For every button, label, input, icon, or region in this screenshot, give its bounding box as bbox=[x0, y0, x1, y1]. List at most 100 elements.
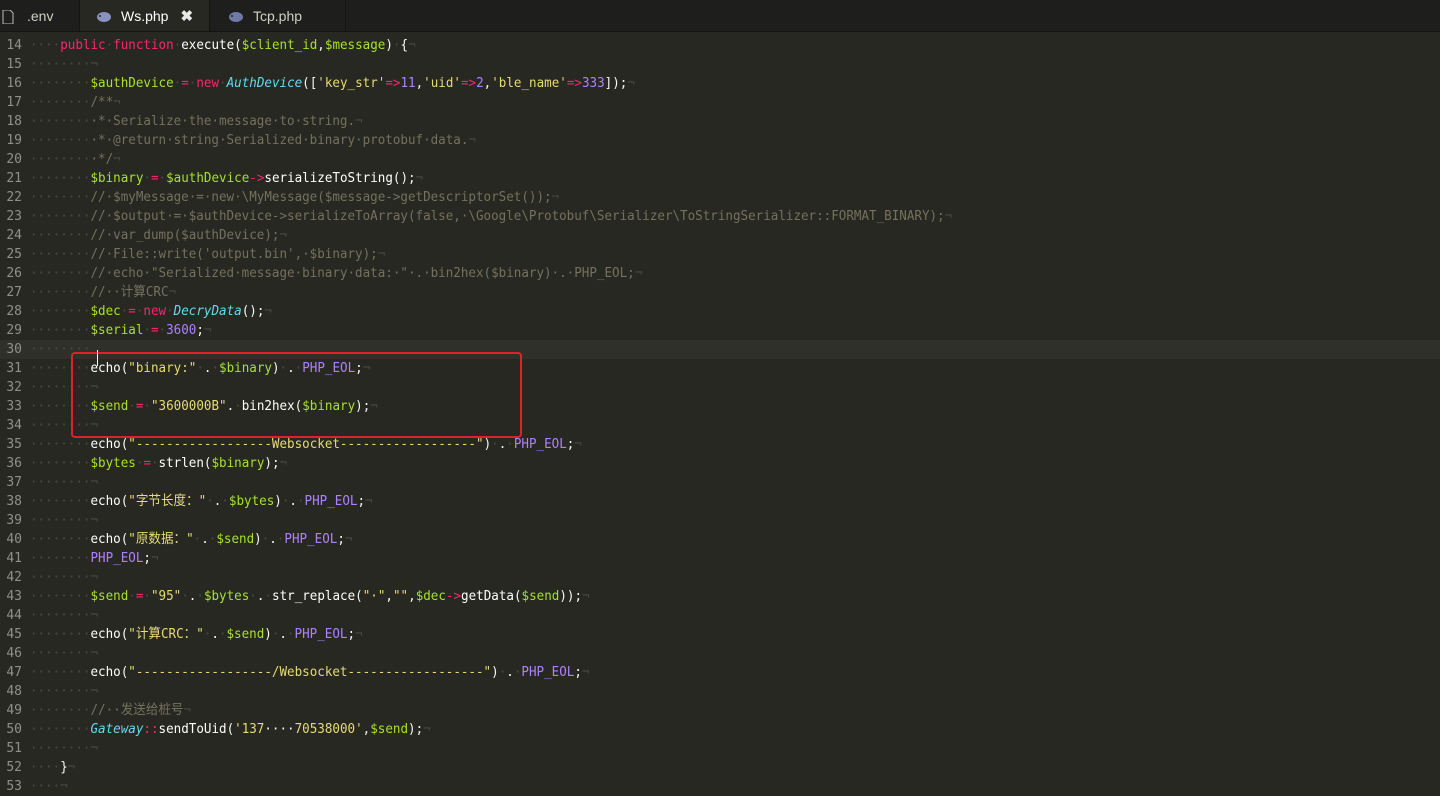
code-line[interactable]: 21 ········$binary·=·$authDevice->seriali… bbox=[0, 169, 1440, 188]
token-cmt: /** bbox=[90, 94, 114, 110]
token-ws: ········¬ bbox=[30, 645, 99, 661]
token-str: "------------------Websocket------------… bbox=[128, 436, 484, 452]
code-text: ········¬ bbox=[30, 55, 1440, 74]
code-line[interactable]: 14 ····public·function·execute($client_id… bbox=[0, 36, 1440, 55]
code-text: ········echo("------------------Websocke… bbox=[30, 435, 1440, 454]
code-line[interactable]: 35 ········echo("------------------Websoc… bbox=[0, 435, 1440, 454]
code-line[interactable]: 51 ········¬ bbox=[0, 739, 1440, 758]
code-line[interactable]: 41 ········PHP_EOL;¬ bbox=[0, 549, 1440, 568]
code-text: ····}¬ bbox=[30, 758, 1440, 777]
line-number: 19 bbox=[6, 133, 22, 148]
line-number: 51 bbox=[6, 741, 22, 756]
code-line[interactable]: 43 ········$send·=·"95"·.·$bytes·.·str_re… bbox=[0, 587, 1440, 606]
token-var: $binary bbox=[211, 455, 265, 471]
code-line[interactable]: 31 ········echo("binary:"·.·$binary)·.·PH… bbox=[0, 359, 1440, 378]
code-text: ········¬ bbox=[30, 416, 1440, 435]
token-eol: ¬ bbox=[67, 759, 76, 775]
code-line[interactable]: 44 ········¬ bbox=[0, 606, 1440, 625]
token-eol: ¬ bbox=[365, 493, 373, 509]
token-pun: , bbox=[483, 75, 492, 91]
token-pun: } bbox=[60, 759, 68, 775]
line-number: 50 bbox=[6, 722, 22, 737]
code-line[interactable]: 22 ········//·$myMessage·=·new·\MyMessage… bbox=[0, 188, 1440, 207]
code-text: ········¬ bbox=[30, 682, 1440, 701]
code-line[interactable]: 46 ········¬ bbox=[0, 644, 1440, 663]
code-text: ········//··发送给桩号¬ bbox=[30, 701, 1440, 720]
code-text: ········//·$myMessage·=·new·\MyMessage($… bbox=[30, 188, 1440, 207]
code-line[interactable]: 23 ········//·$output·=·$authDevice->seri… bbox=[0, 207, 1440, 226]
code-line[interactable]: 37 ········¬ bbox=[0, 473, 1440, 492]
code-text: ········//··计算CRC¬ bbox=[30, 283, 1440, 302]
code-line[interactable]: 36 ········$bytes·=·strlen($binary);¬ bbox=[0, 454, 1440, 473]
token-eol: ¬ bbox=[355, 626, 363, 642]
tab-ws-php[interactable]: Ws.php ✖ bbox=[80, 0, 210, 31]
token-pun: ( bbox=[513, 588, 522, 604]
token-var: $send bbox=[226, 626, 265, 642]
code-line[interactable]: 19 ·········*·@return·string·Serialized·b… bbox=[0, 131, 1440, 150]
token-const: PHP_EOL bbox=[521, 664, 575, 680]
token-pun: ); bbox=[408, 721, 424, 737]
token-ws: ········ bbox=[30, 455, 91, 471]
code-line[interactable]: 38 ········echo("字节长度："·.·$bytes)·.·PHP_E… bbox=[0, 492, 1440, 511]
token-pun: . bbox=[226, 398, 235, 414]
code-line[interactable]: 24 ········//·var_dump($authDevice);¬ bbox=[0, 226, 1440, 245]
code-line[interactable]: 27 ········//··计算CRC¬ bbox=[0, 283, 1440, 302]
token-pun: ) bbox=[491, 664, 499, 680]
token-ws: · bbox=[143, 170, 151, 186]
token-num: 2 bbox=[476, 75, 484, 91]
token-eol: ¬ bbox=[627, 75, 635, 91]
code-line[interactable]: 48 ········¬ bbox=[0, 682, 1440, 701]
token-ws: · bbox=[181, 588, 189, 604]
code-line[interactable]: 28 ········$dec·=·new·DecryData();¬ bbox=[0, 302, 1440, 321]
token-ws: ···· bbox=[30, 759, 61, 775]
token-cmt: ·*·Serialize·the·message·to·string. bbox=[90, 113, 356, 129]
code-line[interactable]: 25 ········//·File::write('output.bin',·$… bbox=[0, 245, 1440, 264]
code-line[interactable]: 16 ········$authDevice·=·new·AuthDevice([… bbox=[0, 74, 1440, 93]
token-fn: echo bbox=[90, 531, 121, 547]
code-line[interactable]: 20 ·········*/¬ bbox=[0, 150, 1440, 169]
token-ws: · bbox=[120, 303, 129, 319]
code-line[interactable]: 34 ········¬ bbox=[0, 416, 1440, 435]
code-line[interactable]: 47 ········echo("------------------/Webso… bbox=[0, 663, 1440, 682]
code-line[interactable]: 50 ········Gateway::sendToUid('137····705… bbox=[0, 720, 1440, 739]
line-number: 35 bbox=[6, 437, 22, 452]
line-number: 18 bbox=[6, 114, 22, 129]
code-line[interactable]: 40 ········echo("原数据："·.·$send)·.·PHP_EOL… bbox=[0, 530, 1440, 549]
token-pun: . bbox=[256, 588, 265, 604]
line-number: 24 bbox=[6, 228, 22, 243]
code-line[interactable]: 52 ····}¬ bbox=[0, 758, 1440, 777]
code-text: ········echo("原数据："·.·$send)·.·PHP_EOL;¬ bbox=[30, 530, 1440, 549]
code-line[interactable]: 18 ·········*·Serialize·the·message·to·st… bbox=[0, 112, 1440, 131]
token-ws: · bbox=[203, 626, 212, 642]
token-ws: ········ bbox=[30, 303, 91, 319]
code-line[interactable]: 53 ····¬ bbox=[0, 777, 1440, 796]
code-line[interactable]: 42 ········¬ bbox=[0, 568, 1440, 587]
code-line[interactable]: 17 ········/**¬ bbox=[0, 93, 1440, 112]
code-text: ········ bbox=[30, 340, 1440, 359]
code-editor[interactable]: 13····¬14····public·function·execute($cl… bbox=[0, 32, 1440, 796]
code-line[interactable]: 15 ········¬ bbox=[0, 55, 1440, 74]
token-ws: · bbox=[188, 75, 197, 91]
token-pun: , bbox=[408, 588, 416, 604]
line-number: 48 bbox=[6, 684, 22, 699]
token-str: "95" bbox=[150, 588, 182, 604]
tab-label: Tcp.php bbox=[253, 7, 303, 24]
code-line[interactable]: 33 ········$send·=·"3600000B".·bin2hex($b… bbox=[0, 397, 1440, 416]
close-tab-icon[interactable]: ✖ bbox=[180, 7, 193, 25]
tab-tcp-php[interactable]: Tcp.php bbox=[210, 0, 346, 31]
token-pun: ; bbox=[196, 322, 204, 338]
code-line[interactable]: 29 ········$serial·=·3600;¬ bbox=[0, 321, 1440, 340]
tab-env[interactable]: .env bbox=[0, 0, 80, 31]
token-pun: ( bbox=[234, 37, 242, 53]
token-pun: ( bbox=[120, 360, 129, 376]
token-str: 'uid' bbox=[423, 75, 461, 91]
code-text: ········$send·=·"3600000B".·bin2hex($bin… bbox=[30, 397, 1440, 416]
code-line[interactable]: 45 ········echo("计算CRC："·.·$send)·.·PHP_E… bbox=[0, 625, 1440, 644]
code-line[interactable]: 49 ········//··发送给桩号¬ bbox=[0, 701, 1440, 720]
code-line[interactable]: 30 ········ bbox=[0, 340, 1440, 359]
code-line[interactable]: 39 ········¬ bbox=[0, 511, 1440, 530]
code-line[interactable]: 32 ········¬ bbox=[0, 378, 1440, 397]
token-eol: ¬ bbox=[362, 360, 371, 376]
code-text: ········//·echo·"Serialized·message·bina… bbox=[30, 264, 1440, 283]
code-line[interactable]: 26 ········//·echo·"Serialized·message·bi… bbox=[0, 264, 1440, 283]
